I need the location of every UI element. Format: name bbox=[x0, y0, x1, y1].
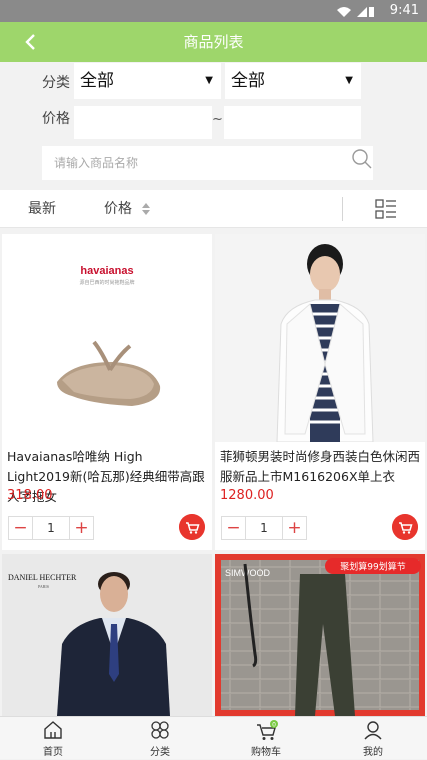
home-icon bbox=[44, 721, 62, 739]
product-name: 菲狮顿男装时尚修身西装白色休闲西服新品上市M1616206X单上衣 bbox=[220, 449, 421, 484]
product-image: SIMWOOD 聚划算99划算节 bbox=[215, 554, 425, 716]
category-select-primary[interactable]: 全部 ▼ bbox=[74, 63, 221, 99]
category-select-secondary-value: 全部 bbox=[231, 71, 265, 91]
category-select-primary-value: 全部 bbox=[80, 71, 114, 91]
tab-profile-label: 我的 bbox=[363, 747, 383, 758]
cart-icon: 0 bbox=[257, 720, 278, 740]
price-label: 价格 bbox=[42, 111, 70, 127]
user-icon bbox=[364, 721, 382, 740]
search-placeholder: 请输入商品名称 bbox=[54, 156, 139, 170]
tab-home[interactable]: 首页 bbox=[0, 717, 106, 760]
page-title: 商品列表 bbox=[183, 33, 244, 51]
decrease-button[interactable]: − bbox=[9, 517, 33, 539]
brand-logo-text: DANIEL HECHTER bbox=[8, 573, 77, 582]
product-price: 1280.00 bbox=[220, 488, 274, 503]
promo-badge-text: 聚划算99划算节 bbox=[340, 561, 405, 573]
decrease-button[interactable]: − bbox=[222, 517, 246, 539]
filter-panel: 分类 全部 ▼ 全部 ▼ 价格 ~ 请输入商品名称 bbox=[0, 62, 427, 190]
search-input[interactable]: 请输入商品名称 bbox=[42, 146, 373, 180]
add-to-cart-icon[interactable] bbox=[179, 514, 205, 540]
status-time: 9:41 bbox=[389, 3, 419, 18]
brand-logo-subtext: 源自巴西的时尚拖鞋品牌 bbox=[79, 279, 134, 286]
tab-profile[interactable]: 我的 bbox=[320, 717, 426, 760]
bottom-tab-bar: 首页 分类 0 购物车 我的 bbox=[0, 716, 427, 759]
dropdown-arrow-icon: ▼ bbox=[205, 75, 213, 86]
price-range-separator: ~ bbox=[212, 112, 223, 127]
tab-cart[interactable]: 0 购物车 bbox=[213, 717, 319, 760]
product-card[interactable]: 菲狮顿男装时尚修身西装白色休闲西服新品上市M1616206X单上衣 1280.0… bbox=[215, 234, 425, 550]
status-bar: 9:41 bbox=[0, 0, 427, 22]
brand-logo-subtext: PARIS bbox=[38, 584, 49, 589]
list-layout-icon[interactable] bbox=[375, 198, 397, 220]
product-image: DANIEL HECHTER PARIS bbox=[2, 554, 212, 716]
status-icons bbox=[335, 4, 375, 23]
product-card[interactable]: DANIEL HECHTER PARIS bbox=[2, 554, 212, 716]
app-header: 商品列表 bbox=[0, 22, 427, 62]
sort-latest[interactable]: 最新 bbox=[28, 190, 56, 228]
back-icon[interactable] bbox=[20, 31, 42, 53]
category-select-secondary[interactable]: 全部 ▼ bbox=[225, 63, 361, 99]
category-label: 分类 bbox=[42, 75, 70, 91]
brand-logo-text: havaianas bbox=[80, 265, 133, 277]
tab-category[interactable]: 分类 bbox=[107, 717, 213, 760]
increase-button[interactable]: + bbox=[282, 517, 306, 539]
sort-price-label: 价格 bbox=[104, 201, 132, 217]
tab-cart-label: 购物车 bbox=[251, 747, 281, 758]
cart-badge: 0 bbox=[272, 722, 276, 729]
product-price: 318.00 bbox=[7, 488, 53, 503]
sort-bar: 最新 价格 bbox=[0, 190, 427, 228]
quantity-stepper: − 1 + bbox=[221, 516, 307, 540]
quantity-value[interactable]: 1 bbox=[246, 517, 282, 539]
product-image bbox=[215, 234, 425, 442]
price-max-input[interactable] bbox=[224, 106, 361, 139]
sort-divider bbox=[342, 197, 343, 221]
category-icon bbox=[151, 721, 169, 739]
product-card[interactable]: havaianas 源自巴西的时尚拖鞋品牌 Havaianas哈唯纳 High … bbox=[2, 234, 212, 550]
product-image: havaianas 源自巴西的时尚拖鞋品牌 bbox=[2, 234, 212, 442]
quantity-value[interactable]: 1 bbox=[33, 517, 69, 539]
sort-arrows-icon bbox=[142, 203, 151, 215]
dropdown-arrow-icon: ▼ bbox=[345, 75, 353, 86]
add-to-cart-icon[interactable] bbox=[392, 514, 418, 540]
increase-button[interactable]: + bbox=[69, 517, 93, 539]
sort-price[interactable]: 价格 bbox=[104, 190, 152, 228]
product-card[interactable]: SIMWOOD 聚划算99划算节 bbox=[215, 554, 425, 716]
quantity-stepper: − 1 + bbox=[8, 516, 94, 540]
tab-home-label: 首页 bbox=[43, 747, 63, 758]
price-min-input[interactable] bbox=[74, 106, 212, 139]
tab-category-label: 分类 bbox=[150, 747, 170, 758]
search-icon[interactable] bbox=[351, 148, 373, 170]
